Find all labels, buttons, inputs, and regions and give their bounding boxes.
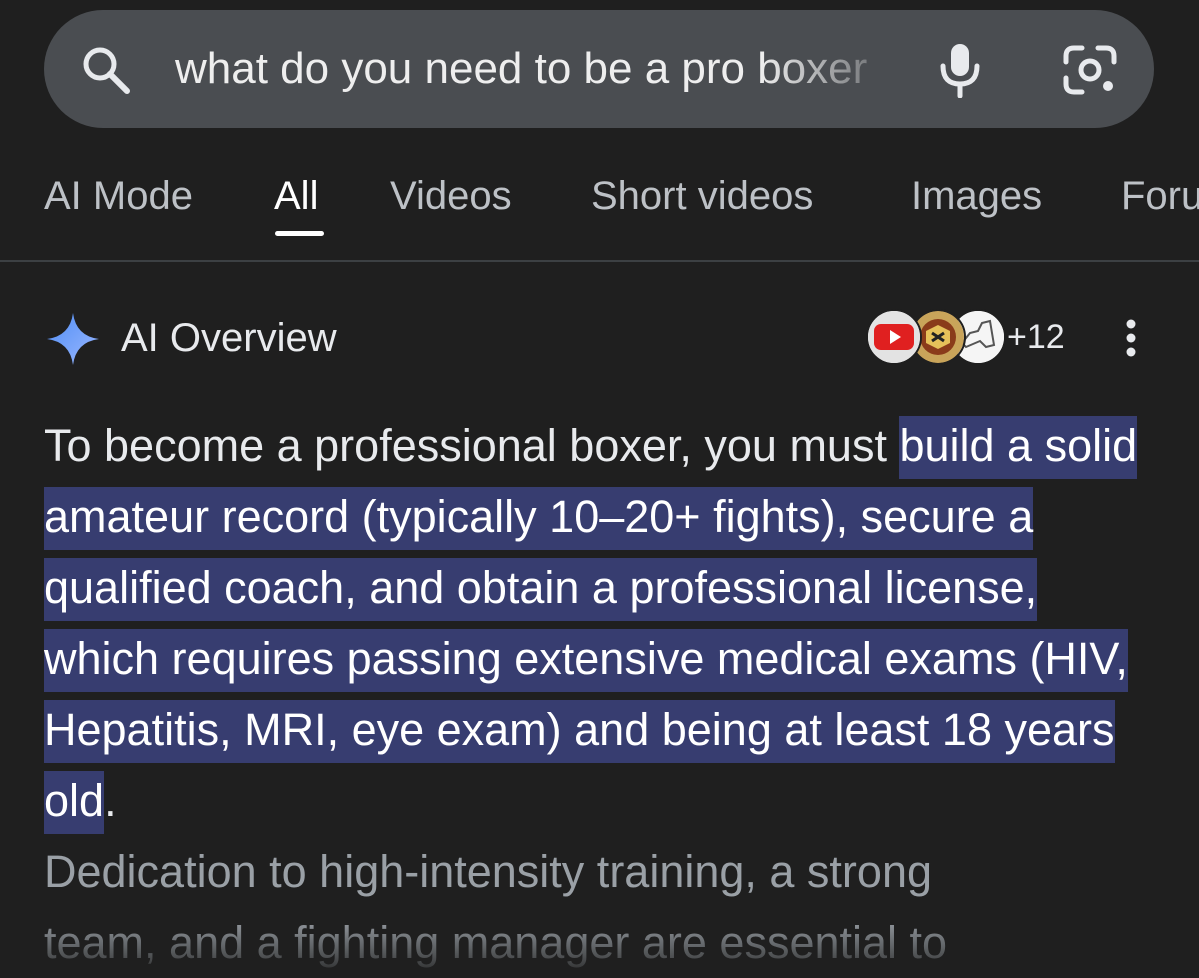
tab-images[interactable]: Images [911, 168, 1042, 224]
tab-forums[interactable]: Forums [1121, 168, 1199, 224]
ai-overview-body: To become a professional boxer, you must… [44, 410, 1154, 978]
source-count[interactable]: +12 [1007, 312, 1065, 362]
tab-short-videos[interactable]: Short videos [591, 168, 813, 224]
ai-overview-title: AI Overview [121, 316, 337, 360]
sparkle-icon [47, 313, 99, 365]
overview-period: . [104, 775, 117, 826]
tab-all[interactable]: All [274, 168, 318, 224]
highlighted-answer[interactable]: build a solid amateur record (typically … [44, 416, 1138, 834]
youtube-icon[interactable] [866, 309, 922, 365]
tab-ai-mode[interactable]: AI Mode [44, 168, 193, 224]
overview-continuation: Dedication to high-intensity training, a… [44, 846, 933, 897]
search-tabs: AI Mode All Videos Short videos Images F… [0, 160, 1199, 260]
mic-icon[interactable] [938, 42, 982, 98]
more-options-icon[interactable] [1116, 318, 1146, 358]
search-icon[interactable] [80, 44, 132, 96]
active-tab-indicator [275, 231, 324, 236]
overview-faded-line: team, and a fighting manager are essenti… [44, 917, 948, 968]
source-icons[interactable] [866, 309, 1006, 365]
tab-videos[interactable]: Videos [390, 168, 512, 224]
tabs-divider [0, 260, 1199, 262]
search-input[interactable]: what do you need to be a pro boxer [175, 37, 890, 101]
overview-intro: To become a professional boxer, you must [44, 420, 900, 471]
lens-icon[interactable] [1062, 44, 1118, 96]
